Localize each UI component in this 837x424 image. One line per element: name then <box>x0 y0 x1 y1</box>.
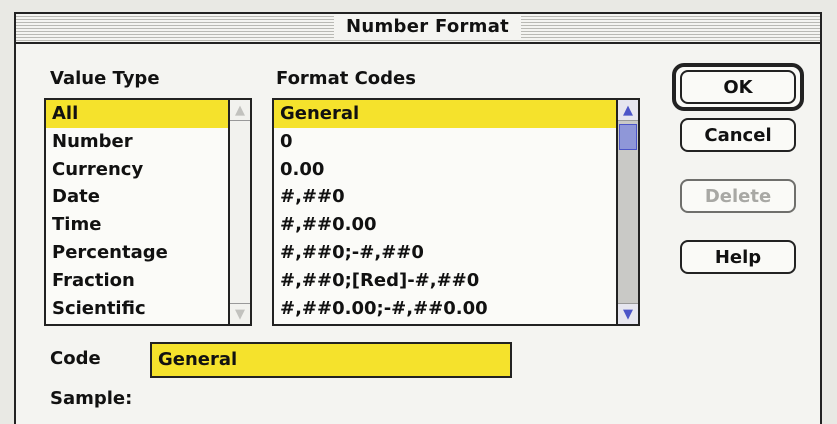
format-codes-label: Format Codes <box>276 68 416 89</box>
list-item-currency[interactable]: Currency <box>46 156 250 184</box>
list-item-format-code[interactable]: #,##0;-#,##0 <box>274 239 616 267</box>
list-item-fraction[interactable]: Fraction <box>46 267 250 295</box>
list-item-format-code[interactable]: #,##0 <box>274 183 616 211</box>
help-button[interactable]: Help <box>680 240 796 274</box>
list-item-format-code[interactable]: #,##0.00 <box>274 211 616 239</box>
list-item-format-code[interactable]: 0.00 <box>274 156 616 184</box>
value-type-scrollbar[interactable]: ▲ ▼ <box>228 100 250 324</box>
scroll-up-arrow-icon[interactable]: ▲ <box>618 100 638 121</box>
dialog-title: Number Format <box>334 16 522 38</box>
format-codes-items: General 0 0.00 #,##0 #,##0.00 #,##0;-#,#… <box>274 100 616 322</box>
number-format-dialog: Number Format Value Type All Number Curr… <box>14 12 822 424</box>
list-item-format-code[interactable]: #,##0.00;-#,##0.00 <box>274 295 616 323</box>
value-type-label: Value Type <box>50 68 160 89</box>
format-codes-scrollbar[interactable]: ▲ ▼ <box>616 100 638 324</box>
code-label: Code <box>50 348 101 369</box>
value-type-items: All Number Currency Date Time Percentage… <box>46 100 250 322</box>
scroll-down-arrow-icon[interactable]: ▼ <box>230 303 250 324</box>
list-item-all[interactable]: All <box>46 100 250 128</box>
delete-button[interactable]: Delete <box>680 179 796 213</box>
scroll-down-arrow-icon[interactable]: ▼ <box>618 303 638 324</box>
list-item-percentage[interactable]: Percentage <box>46 239 250 267</box>
list-item-time[interactable]: Time <box>46 211 250 239</box>
list-item-format-code[interactable]: 0 <box>274 128 616 156</box>
list-item-general[interactable]: General <box>274 100 616 128</box>
scroll-thumb[interactable] <box>619 124 637 150</box>
title-bar[interactable]: Number Format <box>16 14 820 44</box>
ok-button-default-ring: OK <box>672 63 804 111</box>
cancel-button[interactable]: Cancel <box>680 118 796 152</box>
ok-button[interactable]: OK <box>680 70 796 104</box>
format-codes-list[interactable]: General 0 0.00 #,##0 #,##0.00 #,##0;-#,#… <box>272 98 640 326</box>
list-item-format-code[interactable]: #,##0;[Red]-#,##0 <box>274 267 616 295</box>
sample-label: Sample: <box>50 388 133 409</box>
scroll-up-arrow-icon[interactable]: ▲ <box>230 100 250 121</box>
list-item-date[interactable]: Date <box>46 183 250 211</box>
list-item-number[interactable]: Number <box>46 128 250 156</box>
code-field[interactable]: General <box>150 342 512 378</box>
list-item-scientific[interactable]: Scientific <box>46 295 250 323</box>
value-type-list[interactable]: All Number Currency Date Time Percentage… <box>44 98 252 326</box>
